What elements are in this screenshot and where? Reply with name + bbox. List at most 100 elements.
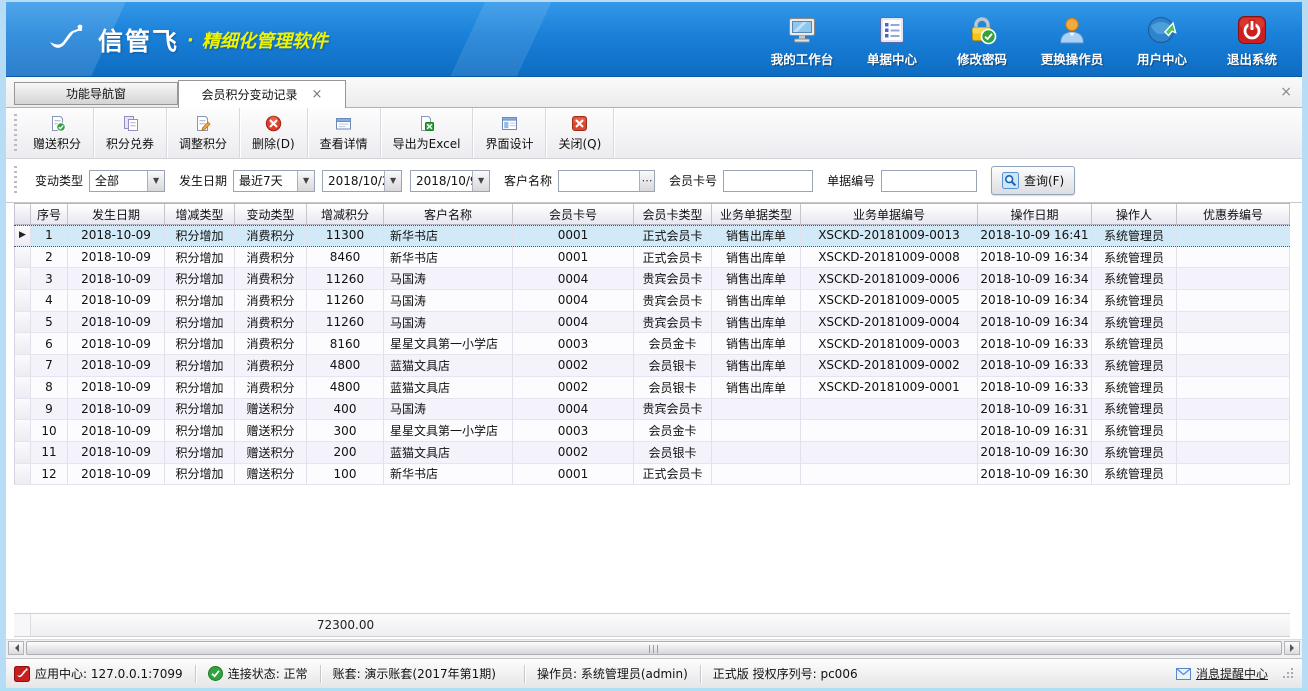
table-row[interactable]: 92018-10-09积分增加赠送积分400马国涛0004贵宾会员卡2018-1… xyxy=(14,399,1290,421)
table-row[interactable]: 112018-10-09积分增加赠送积分200蓝猫文具店0002会员银卡2018… xyxy=(14,442,1290,464)
tabstrip-close-icon[interactable]: × xyxy=(1280,85,1292,99)
nav-item-globe[interactable]: 用户中心 xyxy=(1130,14,1194,68)
column-header[interactable]: 序号 xyxy=(31,204,68,224)
nav-item-list[interactable]: 单据中心 xyxy=(860,14,924,68)
export-excel-button[interactable]: 导出为Excel xyxy=(381,108,474,158)
table-row[interactable]: 42018-10-09积分增加消费积分11260马国涛0004贵宾会员卡销售出库… xyxy=(14,290,1290,312)
table-row[interactable]: 72018-10-09积分增加消费积分4800蓝猫文具店0002会员银卡销售出库… xyxy=(14,355,1290,377)
table-row[interactable]: 52018-10-09积分增加消费积分11260马国涛0004贵宾会员卡销售出库… xyxy=(14,312,1290,334)
card-number-input[interactable] xyxy=(724,171,812,191)
change-type-select[interactable]: 全部 ▼ xyxy=(89,170,165,192)
toolbar-drag-handle[interactable] xyxy=(14,114,17,152)
table-cell: 消费积分 xyxy=(235,247,307,269)
gift-points-button[interactable]: 赠送积分 xyxy=(21,108,94,158)
tab-function-nav[interactable]: 功能导航窗 xyxy=(14,82,178,105)
list-icon xyxy=(876,14,908,46)
ui-design-icon xyxy=(501,115,518,132)
scroll-right-arrow[interactable] xyxy=(1284,641,1300,655)
chevron-down-icon[interactable]: ▼ xyxy=(147,171,164,191)
tab-close-icon[interactable]: × xyxy=(312,88,323,101)
column-header[interactable]: 发生日期 xyxy=(68,204,165,224)
app-window: 信管飞 · 精细化管理软件 我的工作台 单据中心 修改密码 更换操作员 用户中心… xyxy=(0,0,1308,691)
table-cell: 星星文具第一小学店 xyxy=(384,333,513,355)
table-row[interactable]: 102018-10-09积分增加赠送积分300星星文具第一小学店0003会员金卡… xyxy=(14,420,1290,442)
row-indicator-cell xyxy=(14,355,31,377)
table-cell xyxy=(712,420,801,442)
message-center-link[interactable]: 消息提醒中心 xyxy=(1196,665,1268,682)
column-header[interactable]: 客户名称 xyxy=(384,204,513,224)
table-cell: 系统管理员 xyxy=(1092,333,1177,355)
table-row[interactable]: 82018-10-09积分增加消费积分4800蓝猫文具店0002会员银卡销售出库… xyxy=(14,377,1290,399)
nav-item-lock[interactable]: 修改密码 xyxy=(950,14,1014,68)
doc-number-input[interactable] xyxy=(882,171,976,191)
column-header[interactable]: 增减类型 xyxy=(165,204,235,224)
scrollbar-thumb[interactable] xyxy=(26,641,1282,655)
row-indicator-cell xyxy=(14,290,31,312)
column-header[interactable]: 业务单据编号 xyxy=(801,204,978,224)
column-header[interactable]: 会员卡类型 xyxy=(634,204,712,224)
points-coupon-button[interactable]: 积分兑券 xyxy=(94,108,167,158)
table-cell: 2018-10-09 xyxy=(68,420,165,442)
delete-button[interactable]: 删除(D) xyxy=(240,108,308,158)
tab-label: 功能导航窗 xyxy=(66,85,126,102)
table-cell: 2018-10-09 16:31 xyxy=(978,399,1092,421)
toolbar-button-label: 关闭(Q) xyxy=(558,135,601,152)
monitor-icon xyxy=(786,14,818,46)
date-to-picker[interactable]: 2018/10/9 ▼ xyxy=(410,170,490,192)
nav-item-power[interactable]: 退出系统 xyxy=(1220,14,1284,68)
column-header[interactable]: 操作日期 xyxy=(978,204,1092,224)
tab-member-points-record[interactable]: 会员积分变动记录 × xyxy=(178,80,346,108)
chevron-down-icon[interactable]: ▼ xyxy=(384,171,401,191)
tab-label: 会员积分变动记录 xyxy=(202,86,298,103)
ellipsis-button[interactable]: ⋯ xyxy=(639,171,654,191)
table-row[interactable]: 22018-10-09积分增加消费积分8460新华书店0001正式会员卡销售出库… xyxy=(14,247,1290,269)
horizontal-scrollbar[interactable] xyxy=(6,639,1302,655)
query-button[interactable]: 查询(F) xyxy=(991,166,1075,195)
nav-item-label: 用户中心 xyxy=(1137,49,1187,68)
nav-item-monitor[interactable]: 我的工作台 xyxy=(770,14,834,68)
table-cell: 8 xyxy=(31,377,68,399)
table-row[interactable]: 62018-10-09积分增加消费积分8160星星文具第一小学店0003会员金卡… xyxy=(14,333,1290,355)
column-header[interactable]: 变动类型 xyxy=(235,204,307,224)
message-center[interactable]: 消息提醒中心 xyxy=(1176,665,1294,682)
table-row[interactable]: ▶12018-10-09积分增加消费积分11300新华书店0001正式会员卡销售… xyxy=(14,225,1290,247)
ui-design-button[interactable]: 界面设计 xyxy=(473,108,546,158)
table-cell: 销售出库单 xyxy=(712,377,801,399)
close-button[interactable]: 关闭(Q) xyxy=(546,108,614,158)
table-row[interactable]: 122018-10-09积分增加赠送积分100新华书店0001正式会员卡2018… xyxy=(14,464,1290,486)
chevron-down-icon[interactable]: ▼ xyxy=(472,171,489,191)
table-cell: 2018-10-09 xyxy=(68,355,165,377)
nav-item-user[interactable]: 更换操作员 xyxy=(1040,14,1104,68)
table-cell: 积分增加 xyxy=(165,268,235,290)
date-from-picker[interactable]: 2018/10/2 ▼ xyxy=(322,170,402,192)
filterbar-drag-handle[interactable] xyxy=(14,166,17,196)
table-cell: 11260 xyxy=(307,312,384,334)
points-total: 72300.00 xyxy=(307,614,384,636)
column-header[interactable]: 业务单据类型 xyxy=(712,204,801,224)
table-cell: 3 xyxy=(31,268,68,290)
customer-input[interactable] xyxy=(559,171,639,191)
table-cell: 0003 xyxy=(513,420,634,442)
date-range-select[interactable]: 最近7天 ▼ xyxy=(233,170,315,192)
column-header[interactable]: 会员卡号 xyxy=(513,204,634,224)
table-cell: 2 xyxy=(31,247,68,269)
table-cell: 11260 xyxy=(307,268,384,290)
chevron-down-icon[interactable]: ▼ xyxy=(297,171,314,191)
nav-item-label: 单据中心 xyxy=(867,49,917,68)
table-cell: 2018-10-09 xyxy=(68,399,165,421)
view-details-button[interactable]: 查看详情 xyxy=(308,108,381,158)
grid-panel: 序号发生日期增减类型变动类型增减积分客户名称会员卡号会员卡类型业务单据类型业务单… xyxy=(6,203,1302,639)
table-cell: 0004 xyxy=(513,268,634,290)
adjust-points-button[interactable]: 调整积分 xyxy=(167,108,240,158)
resize-grip-icon[interactable] xyxy=(1283,668,1294,679)
scroll-left-arrow[interactable] xyxy=(8,641,24,655)
table-cell: 0002 xyxy=(513,442,634,464)
column-header[interactable]: 优惠券编号 xyxy=(1177,204,1290,224)
table-cell: 系统管理员 xyxy=(1092,290,1177,312)
toolbar: 赠送积分 积分兑券 调整积分 删除(D) 查看详情 导出为Excel 界面设计 … xyxy=(6,108,1302,159)
brand: 信管飞 · 精细化管理软件 xyxy=(44,20,328,60)
table-row[interactable]: 32018-10-09积分增加消费积分11260马国涛0004贵宾会员卡销售出库… xyxy=(14,268,1290,290)
column-header[interactable]: 增减积分 xyxy=(307,204,384,224)
column-header[interactable]: 操作人 xyxy=(1092,204,1177,224)
table-cell: 2018-10-09 xyxy=(68,247,165,269)
